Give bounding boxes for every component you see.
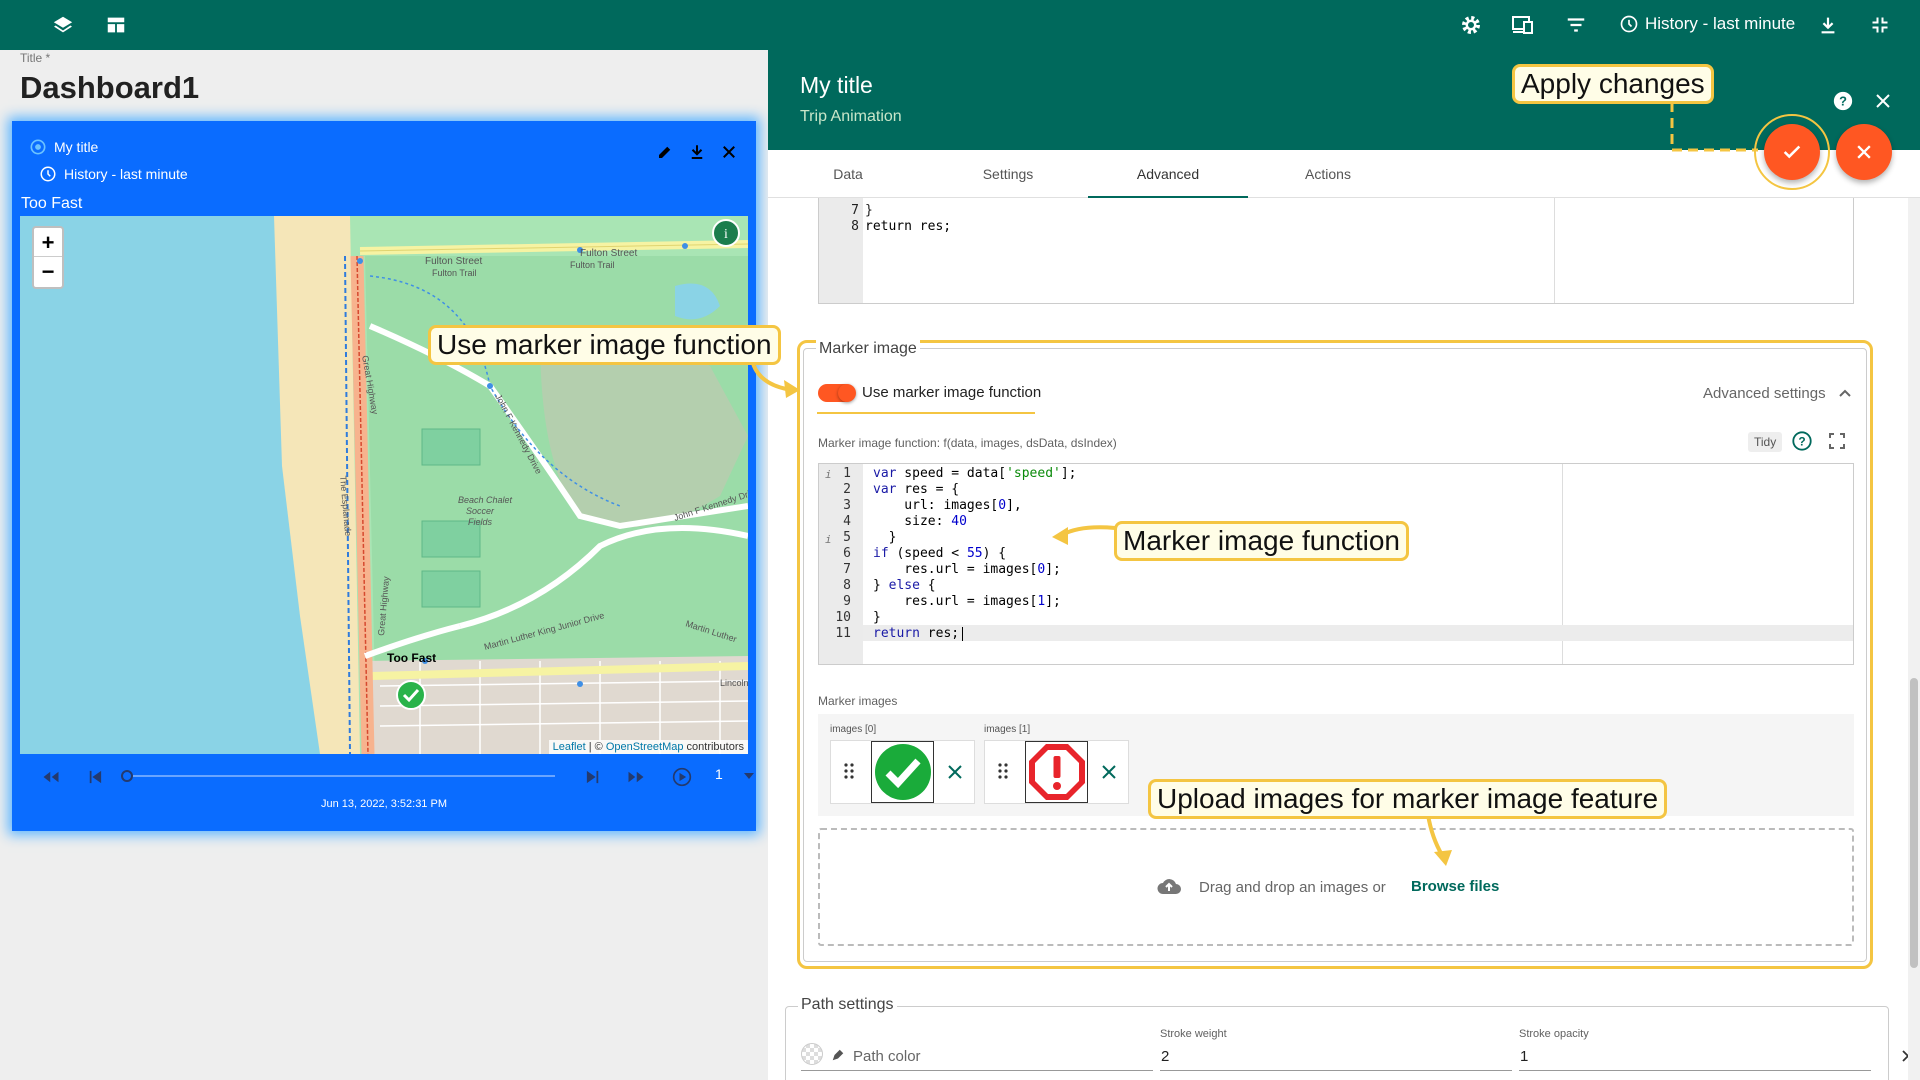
callout-upload-images: Upload images for marker image feature [1148, 779, 1668, 819]
callout-use-marker-function: Use marker image function [428, 325, 781, 365]
callout-apply-changes: Apply changes [1512, 64, 1714, 104]
callout-marker-function: Marker image function [1114, 521, 1410, 561]
callout-arrows [750, 102, 1758, 866]
